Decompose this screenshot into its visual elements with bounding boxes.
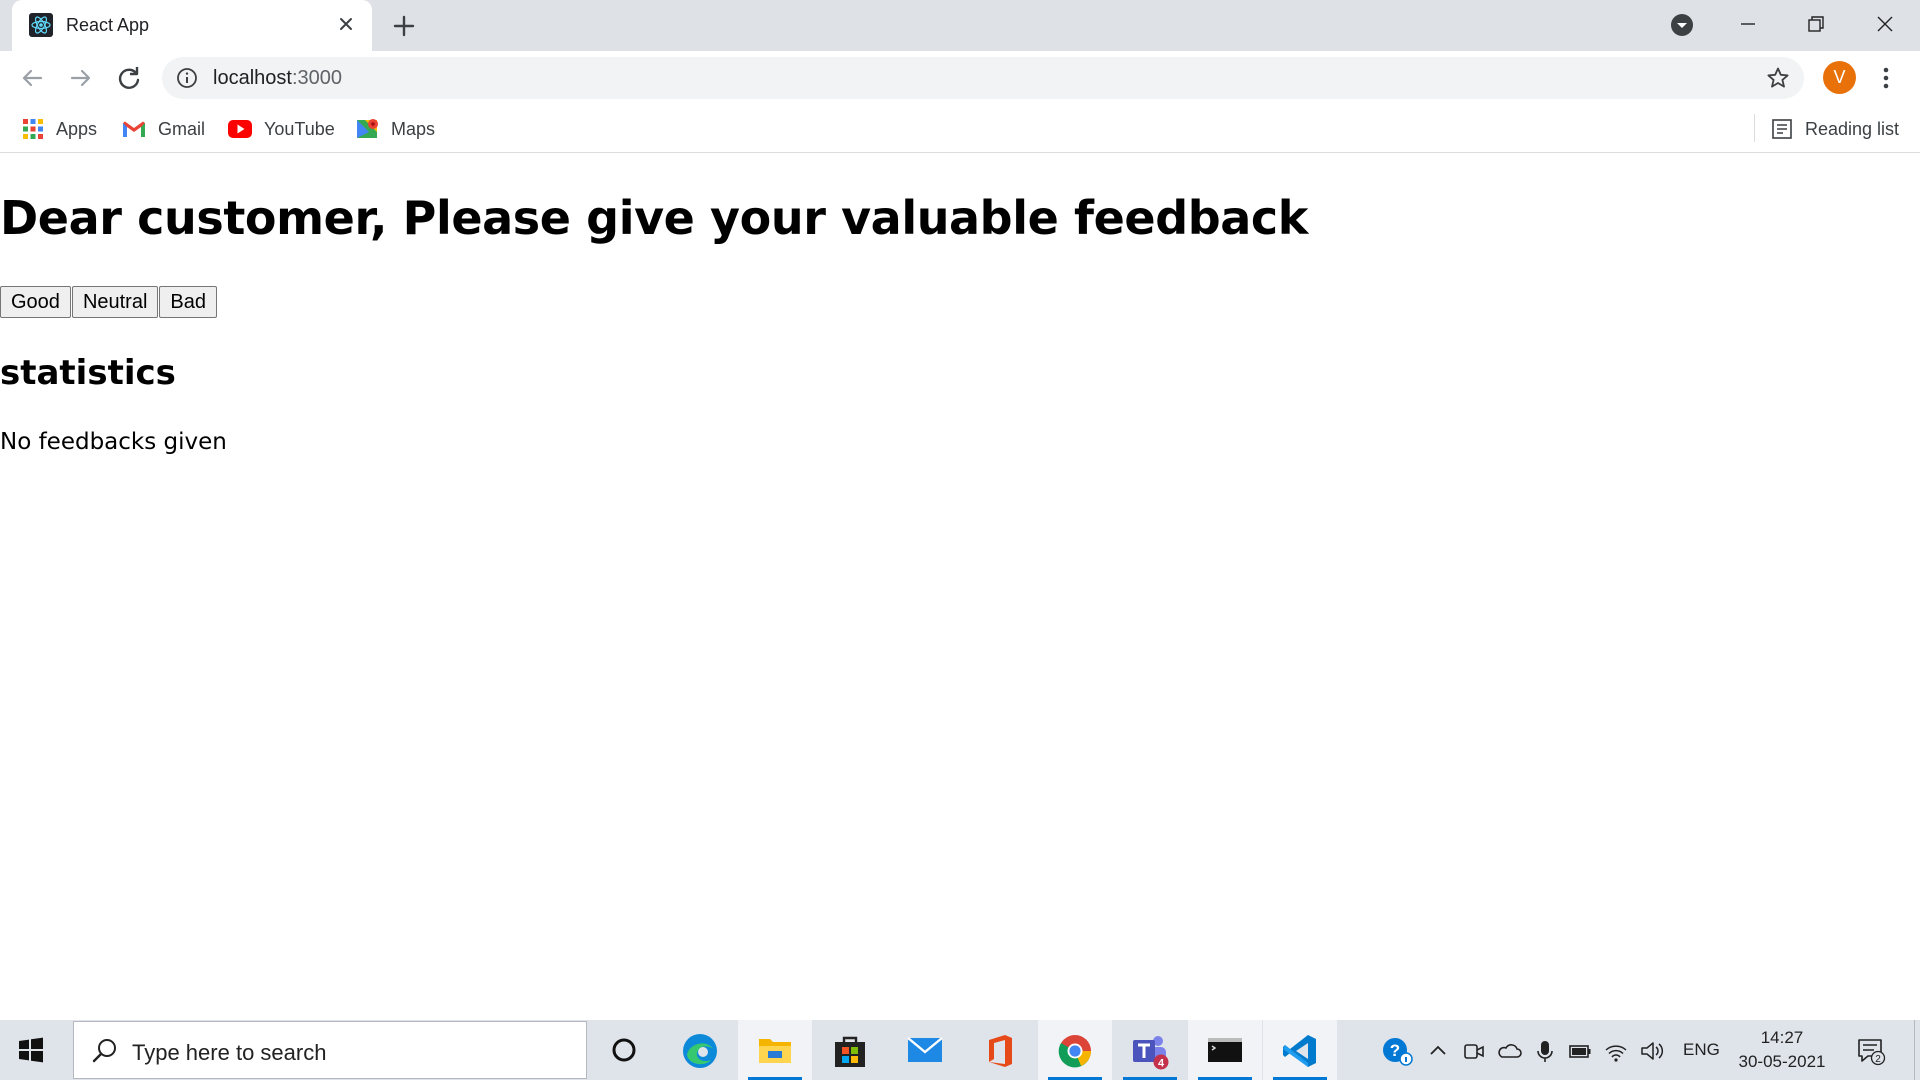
taskbar-clock[interactable]: 14:27 30-05-2021: [1736, 1026, 1828, 1074]
bookmark-label: YouTube: [264, 118, 335, 139]
taskbar-mail[interactable]: [888, 1020, 962, 1080]
bookmarks-separator: [1754, 114, 1755, 142]
bookmark-label: Gmail: [158, 118, 206, 139]
bookmark-star-icon[interactable]: [1766, 66, 1790, 90]
new-tab-icon[interactable]: [390, 12, 418, 40]
site-info-icon[interactable]: [176, 67, 198, 89]
show-desktop-button[interactable]: [1914, 1020, 1920, 1080]
teams-icon: 4: [1133, 1036, 1169, 1070]
google-maps-icon: [357, 119, 378, 138]
tab-search-icon[interactable]: [1669, 12, 1695, 38]
browser-tabstrip: React App: [0, 0, 1920, 51]
teams-badge: 4: [1158, 1058, 1165, 1070]
taskbar-edge[interactable]: [663, 1020, 737, 1080]
clock-time: 14:27: [1760, 1028, 1804, 1047]
wifi-icon[interactable]: [1603, 1038, 1629, 1064]
office-icon: [989, 1035, 1012, 1067]
taskbar-store[interactable]: [813, 1020, 887, 1080]
vscode-icon: [1283, 1035, 1316, 1067]
bookmarks-bar: Apps Gmail YouTube Maps Reading list: [0, 105, 1920, 153]
edge-icon: [683, 1034, 717, 1068]
reload-icon[interactable]: [114, 63, 144, 93]
input-language[interactable]: ENG: [1683, 1040, 1720, 1060]
more-options-icon[interactable]: [1876, 64, 1896, 92]
taskbar-terminal[interactable]: [1188, 1020, 1262, 1080]
bookmark-apps[interactable]: Apps: [22, 113, 97, 145]
youtube-icon: [228, 120, 252, 138]
tab-title: React App: [66, 15, 150, 35]
windows-taskbar: Type here to search 4 ? ENG 14:27 30-05-…: [0, 1020, 1920, 1080]
statistics-heading: statistics: [0, 353, 176, 393]
store-icon: [835, 1036, 865, 1067]
mail-icon: [907, 1037, 943, 1062]
taskbar-file-explorer[interactable]: [738, 1020, 812, 1080]
reading-list-label: Reading list: [1805, 118, 1900, 139]
good-button[interactable]: Good: [0, 286, 71, 318]
file-explorer-icon: [759, 1039, 791, 1063]
taskbar-search[interactable]: Type here to search: [73, 1021, 587, 1079]
close-window-icon[interactable]: [1870, 9, 1900, 39]
bad-button[interactable]: Bad: [159, 286, 218, 318]
taskbar-vscode[interactable]: [1263, 1020, 1337, 1080]
gmail-icon: [123, 121, 145, 137]
help-icon[interactable]: ?: [1381, 1035, 1413, 1067]
clock-date: 30-05-2021: [1738, 1052, 1826, 1071]
bookmark-label: Maps: [391, 118, 436, 139]
restore-window-icon[interactable]: [1801, 9, 1831, 39]
command-prompt-icon: [1208, 1038, 1242, 1062]
onedrive-icon[interactable]: [1496, 1038, 1522, 1064]
search-icon: [92, 1039, 116, 1063]
profile-avatar[interactable]: V: [1823, 61, 1856, 94]
browser-toolbar: localhost:3000 V: [0, 51, 1920, 105]
taskbar-chrome[interactable]: [1038, 1020, 1112, 1080]
windows-start-icon[interactable]: [16, 1035, 46, 1065]
search-placeholder: Type here to search: [132, 1040, 327, 1065]
minimize-window-icon[interactable]: [1733, 9, 1763, 39]
chrome-icon: [1058, 1035, 1092, 1068]
feedback-buttons: Good Neutral Bad: [0, 286, 218, 318]
no-feedback-message: No feedbacks given: [0, 429, 227, 455]
cortana-button[interactable]: [587, 1020, 661, 1080]
address-bar[interactable]: localhost:3000: [162, 57, 1804, 99]
reading-list-button[interactable]: Reading list: [1771, 113, 1899, 145]
reading-list-icon: [1772, 119, 1792, 139]
bookmark-youtube[interactable]: YouTube: [228, 113, 335, 145]
svg-text:?: ?: [1390, 1041, 1400, 1060]
back-arrow-icon[interactable]: [17, 63, 47, 93]
close-tab-icon[interactable]: [334, 12, 358, 36]
battery-icon[interactable]: [1567, 1038, 1593, 1064]
taskbar-teams[interactable]: 4: [1113, 1020, 1187, 1080]
meet-now-icon[interactable]: [1461, 1038, 1487, 1064]
volume-icon[interactable]: [1639, 1038, 1665, 1064]
react-logo-icon: [29, 13, 53, 37]
page-heading: Dear customer, Please give your valuable…: [0, 191, 1308, 245]
notifications-icon[interactable]: 2: [1856, 1036, 1886, 1066]
forward-arrow-icon[interactable]: [66, 63, 96, 93]
neutral-button[interactable]: Neutral: [71, 286, 159, 318]
bookmark-label: Apps: [56, 118, 98, 139]
browser-tab-react-app[interactable]: React App: [12, 0, 372, 51]
url-text: localhost:3000: [213, 67, 342, 89]
taskbar-office[interactable]: [963, 1020, 1037, 1080]
bookmark-gmail[interactable]: Gmail: [122, 113, 205, 145]
apps-grid-icon: [23, 119, 43, 139]
bookmark-maps[interactable]: Maps: [357, 113, 435, 145]
show-hidden-icons-icon[interactable]: [1425, 1038, 1451, 1064]
notification-count: 2: [1875, 1054, 1881, 1065]
cortana-icon: [612, 1038, 636, 1062]
microphone-icon[interactable]: [1532, 1038, 1558, 1064]
page-content: Dear customer, Please give your valuable…: [0, 153, 1920, 1020]
